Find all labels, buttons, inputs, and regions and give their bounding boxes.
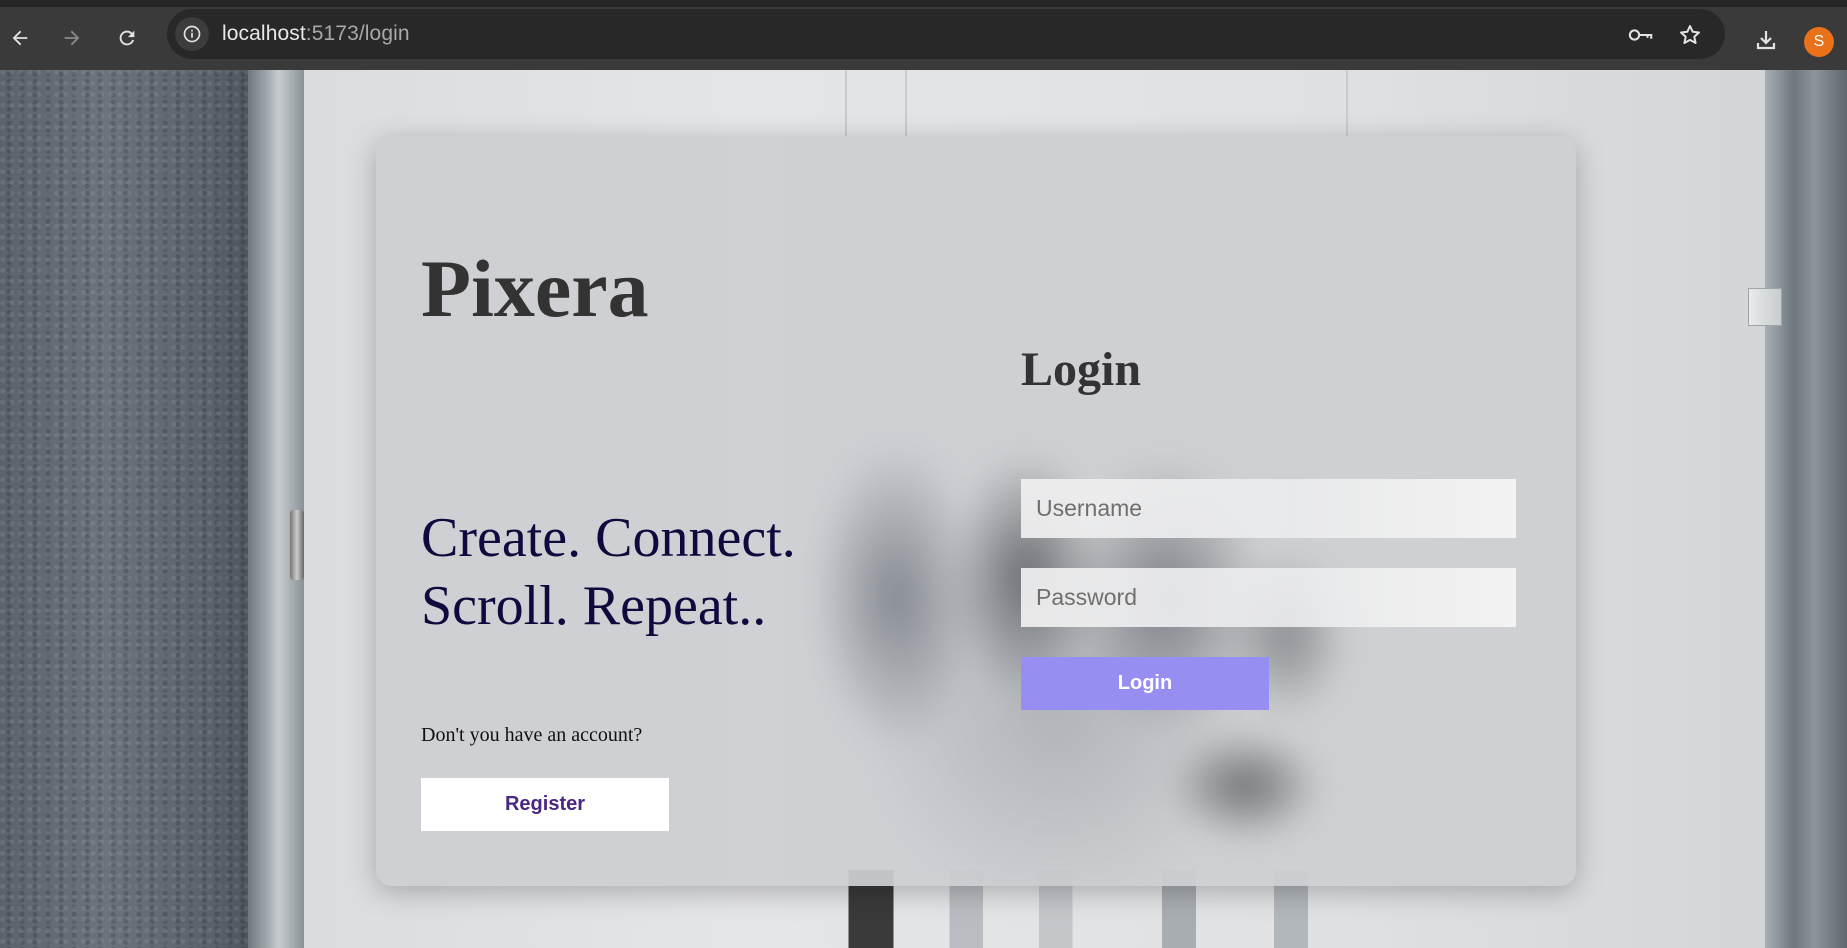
- download-icon: [1756, 31, 1776, 50]
- profile-avatar[interactable]: S: [1804, 27, 1834, 57]
- reload-button[interactable]: [110, 21, 144, 55]
- background-door-frame-left: [248, 70, 304, 948]
- back-button[interactable]: [3, 21, 37, 55]
- url-text[interactable]: localhost:5173/login: [222, 22, 410, 46]
- login-card: Pixera Create. Connect. Scroll. Repeat..…: [376, 136, 1576, 886]
- site-info-button[interactable]: [175, 17, 209, 51]
- login-heading: Login: [1021, 343, 1142, 396]
- browser-toolbar: localhost:5173/login S: [0, 0, 1847, 70]
- bookmark-button[interactable]: [1677, 22, 1703, 48]
- password-input[interactable]: [1021, 568, 1516, 627]
- username-input[interactable]: [1021, 479, 1516, 538]
- downloads-button[interactable]: [1749, 23, 1783, 57]
- background-wall: [0, 70, 260, 948]
- password-manager-button[interactable]: [1628, 22, 1654, 48]
- forward-button[interactable]: [55, 21, 89, 55]
- background-door-frame-right: [1765, 70, 1847, 948]
- background-door-handle: [290, 510, 304, 580]
- arrow-left-icon: [12, 30, 28, 46]
- star-icon: [1680, 25, 1700, 44]
- page-viewport: Pixera Create. Connect. Scroll. Repeat..…: [0, 70, 1847, 948]
- key-icon: [1628, 29, 1653, 41]
- register-button[interactable]: Register: [421, 778, 669, 831]
- info-icon: [183, 25, 201, 43]
- address-bar[interactable]: localhost:5173/login: [167, 9, 1725, 59]
- tagline-line-2: Scroll. Repeat..: [421, 575, 767, 637]
- background-door-hinge: [1748, 288, 1782, 326]
- url-host: localhost: [222, 22, 306, 45]
- login-button[interactable]: Login: [1021, 657, 1269, 710]
- reload-icon: [119, 30, 135, 46]
- url-path: :5173/login: [305, 22, 410, 45]
- arrow-right-icon: [64, 30, 80, 46]
- brand-title: Pixera: [421, 243, 649, 334]
- tagline: Create. Connect. Scroll. Repeat..: [421, 504, 796, 640]
- tagline-line-1: Create. Connect.: [421, 507, 796, 569]
- register-prompt: Don't you have an account?: [421, 724, 643, 746]
